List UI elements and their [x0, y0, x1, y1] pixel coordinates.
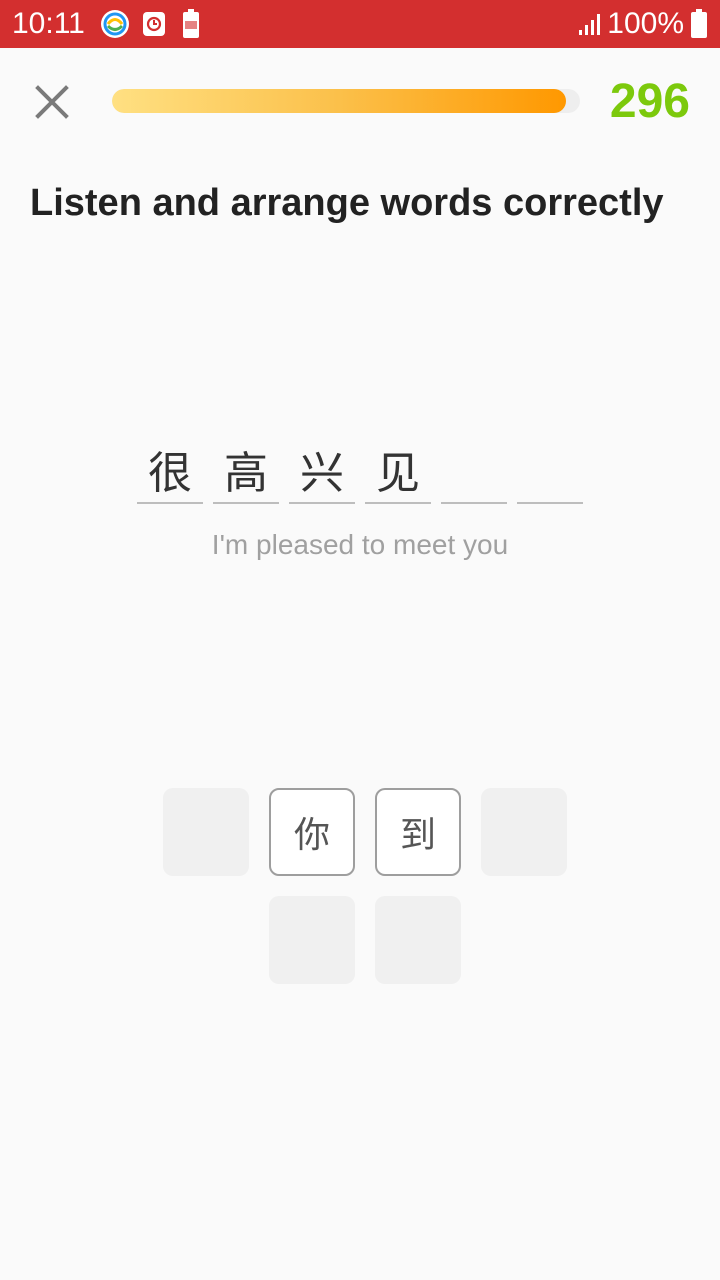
battery-icon [690, 9, 708, 44]
lesson-screen: 10:11 100% 296 Listen and arrange words … [0, 0, 720, 1280]
close-button[interactable] [28, 78, 76, 126]
word-tile[interactable]: 到 [375, 788, 461, 876]
battery-saver-icon [182, 9, 200, 44]
status-bar: 10:11 100% [0, 0, 720, 48]
battery-percentage: 100% [607, 7, 684, 40]
answer-slot [441, 436, 507, 504]
close-icon [35, 85, 69, 119]
answer-slot[interactable]: 见 [365, 436, 431, 504]
word-tile-empty [269, 896, 355, 984]
instruction-text: Listen and arrange words correctly [30, 182, 664, 224]
word-tile-empty [375, 896, 461, 984]
word-bank: 你 到 [105, 788, 625, 1004]
lesson-progress-fill [112, 89, 566, 113]
score: 296 [609, 75, 690, 128]
translation-text: I'm pleased to meet you [211, 529, 509, 560]
answer-slot [517, 436, 583, 504]
answer-slot[interactable]: 很 [137, 436, 203, 504]
status-time: 10:11 [12, 7, 85, 40]
app-notification-icon [100, 9, 130, 44]
clock-icon [142, 11, 166, 42]
word-tile[interactable]: 你 [269, 788, 355, 876]
signal-icon [578, 12, 604, 41]
answer-slot[interactable]: 兴 [289, 436, 355, 504]
answer-slot[interactable]: 高 [213, 436, 279, 504]
word-tile-empty [163, 788, 249, 876]
answer-row: 很 高 兴 见 [137, 436, 593, 504]
lesson-progress-bar [112, 89, 580, 113]
word-tile-empty [481, 788, 567, 876]
